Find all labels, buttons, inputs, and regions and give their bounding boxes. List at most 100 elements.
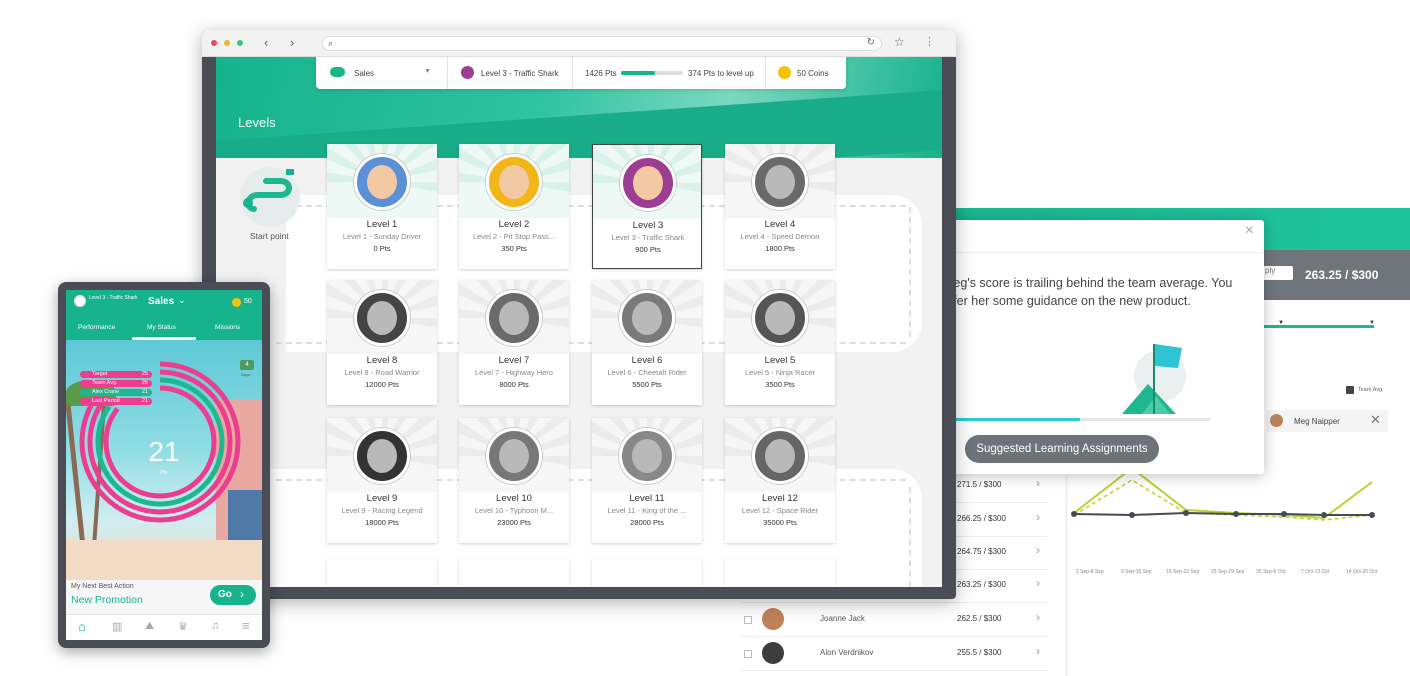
row-checkbox[interactable] <box>744 616 752 624</box>
trophy-icon[interactable]: ♛ <box>178 620 188 633</box>
flag-illustration <box>1122 344 1186 414</box>
level-points: 8000 Pts <box>499 380 529 389</box>
team-score: 263.25 / $300 <box>1305 268 1379 282</box>
period-select[interactable]: ply <box>1263 266 1293 280</box>
caret-down-icon: ▼ <box>424 68 431 75</box>
climb-icon[interactable]: ⛰ <box>145 620 154 633</box>
start-point-icon <box>240 167 300 227</box>
level-name: Level 3 - Traffic Shark <box>481 69 559 78</box>
avatar-illustration <box>765 301 795 335</box>
points-value: 1426 Pts <box>585 69 617 78</box>
level-card[interactable]: Level 8 Level 8 - Road Warrior 12000 Pts <box>327 280 437 405</box>
marker-icon: ▼ <box>1278 320 1284 326</box>
marker-icon: ▼ <box>1369 320 1375 326</box>
reload-icon[interactable]: ↻ <box>867 37 875 48</box>
chevron-right-icon[interactable]: › <box>1036 543 1040 557</box>
chevron-down-icon[interactable]: ⌄ <box>178 295 186 306</box>
star-icon[interactable]: ☆ <box>894 35 905 49</box>
mobile-coins: 50 <box>244 298 252 305</box>
team-avg-line <box>1073 466 1373 520</box>
page-title: Levels <box>238 115 276 130</box>
close-icon[interactable]: × <box>1245 222 1254 240</box>
score-value: 21 <box>148 436 180 467</box>
mobile-team[interactable]: Sales <box>148 296 174 307</box>
home-icon[interactable]: ⌂ <box>78 619 86 634</box>
score-unit: Pts <box>160 470 168 476</box>
close-dot-icon[interactable] <box>211 40 217 46</box>
leaderboard-icon[interactable]: ▥ <box>112 620 122 633</box>
level-card[interactable]: Level 3 Level 3 - Traffic Shark 900 Pts <box>592 144 702 269</box>
status-topbar: Sales ▼ Level 3 - Traffic Shark 1426 Pts… <box>316 57 846 89</box>
level-badge-icon <box>486 290 542 346</box>
browser-toolbar: ‹ › ⌕ ↻ ☆ ⋮ <box>202 30 956 57</box>
level-badge-icon <box>354 428 410 484</box>
level-badge-icon <box>752 290 808 346</box>
level-badge-icon <box>619 290 675 346</box>
team-selector[interactable]: Sales ▼ <box>316 57 448 89</box>
compare-user-name: Meg Naipper <box>1294 417 1340 426</box>
level-card[interactable]: Level 6 Level 6 - Cheetah Rider 5500 Pts <box>592 280 702 405</box>
level-number: Level 1 <box>366 219 398 230</box>
level-card[interactable]: Level 5 Level 5 - Ninja Racer 3500 Pts <box>725 280 835 405</box>
level-number: Level 3 <box>632 220 664 231</box>
avatar-illustration <box>367 439 397 473</box>
level-badge-icon <box>486 428 542 484</box>
address-bar[interactable]: ⌕ ↻ <box>322 36 882 51</box>
level-card[interactable]: Level 11 Level 11 - King of the ... 28000 … <box>592 418 702 543</box>
team-avg-checkbox[interactable] <box>1346 386 1354 394</box>
tab-my-status[interactable]: My Status <box>147 324 176 331</box>
avatar-illustration <box>499 301 529 335</box>
chevron-right-icon[interactable]: › <box>1036 576 1040 590</box>
tab-missions[interactable]: Missions <box>215 324 240 331</box>
back-icon[interactable]: ‹ <box>264 35 268 50</box>
avatar-illustration <box>632 301 662 335</box>
level-card[interactable]: Level 1 Level 1 - Sunday Driver 0 Pts <box>327 144 437 269</box>
maximize-dot-icon[interactable] <box>237 40 243 46</box>
coaching-message: Meg's score is trailing behind the team … <box>943 276 1233 308</box>
level-number: Level 9 <box>366 493 398 504</box>
date-tick-label: 16 Sep-22 Sep <box>1166 569 1200 575</box>
row-score: 271.5 / $300 <box>957 480 1002 489</box>
forward-icon[interactable]: › <box>290 35 294 50</box>
mobile-level: Level 3 - Traffic Shark <box>89 295 138 301</box>
status-scene: Target 25 Team Avg. 25 Alex Crane 21 Last P… <box>66 340 262 580</box>
chevron-right-icon[interactable]: › <box>1036 644 1040 658</box>
row-name: Joanne Jack <box>820 614 865 623</box>
level-number: Level 7 <box>498 355 530 366</box>
level-points: 5500 Pts <box>632 380 662 389</box>
level-card[interactable]: Level 2 Level 2 - Pit Stop Pass... 350 Pts <box>459 144 569 269</box>
bell-icon[interactable]: ♫ <box>211 620 219 632</box>
table-row[interactable]: Joanne Jack 262.5 / $300 › <box>742 604 1047 637</box>
level-badge-icon <box>752 428 808 484</box>
tab-performance[interactable]: Performance <box>78 324 115 331</box>
level-card[interactable]: Level 7 Level 7 - Highway Hero 8000 Pts <box>459 280 569 405</box>
close-icon[interactable]: ✕ <box>1370 412 1381 428</box>
row-checkbox[interactable] <box>744 650 752 658</box>
road-illustration <box>66 540 262 580</box>
next-best-action: My Next Best Action New Promotion Go › <box>66 580 262 614</box>
level-card[interactable]: Level 4 Level 4 - Speed Demon 1800 Pts <box>725 144 835 269</box>
level-card[interactable]: Level 9 Level 9 - Racing Legend 18000 Pts <box>327 418 437 543</box>
avatar-illustration <box>499 439 529 473</box>
chevron-right-icon[interactable]: › <box>1036 510 1040 524</box>
coin-icon <box>778 66 791 79</box>
level-card[interactable]: Level 12 Level 12 - Space Rider 35000 Pts <box>725 418 835 543</box>
points-progress-track <box>621 71 683 75</box>
level-card[interactable]: Level 10 Level 10 - Typhoon M... 23000 Pts <box>459 418 569 543</box>
level-points: 900 Pts <box>635 245 661 254</box>
menu-icon[interactable]: ≡ <box>242 618 250 633</box>
go-button[interactable]: Go › <box>210 585 256 605</box>
table-row[interactable]: Alon Verdnikov 255.5 / $300 › <box>742 638 1047 671</box>
avatar <box>74 295 86 307</box>
chevron-right-icon[interactable]: › <box>1036 476 1040 490</box>
browser-window: ‹ › ⌕ ↻ ☆ ⋮ Levels Sales ▼ Level 3 - Tra… <box>202 30 956 599</box>
level-points: 1800 Pts <box>765 244 795 253</box>
chevron-right-icon[interactable]: › <box>1036 610 1040 624</box>
level-name: Level 5 - Ninja Racer <box>744 368 816 377</box>
minimize-dot-icon[interactable] <box>224 40 230 46</box>
suggested-learning-button[interactable]: Suggested Learning Assignments <box>965 435 1159 463</box>
level-name: Level 12 - Space Rider <box>741 506 819 515</box>
menu-icon[interactable]: ⋮ <box>924 35 935 48</box>
level-name: Level 4 - Speed Demon <box>740 232 820 241</box>
level-number: Level 5 <box>764 355 796 366</box>
